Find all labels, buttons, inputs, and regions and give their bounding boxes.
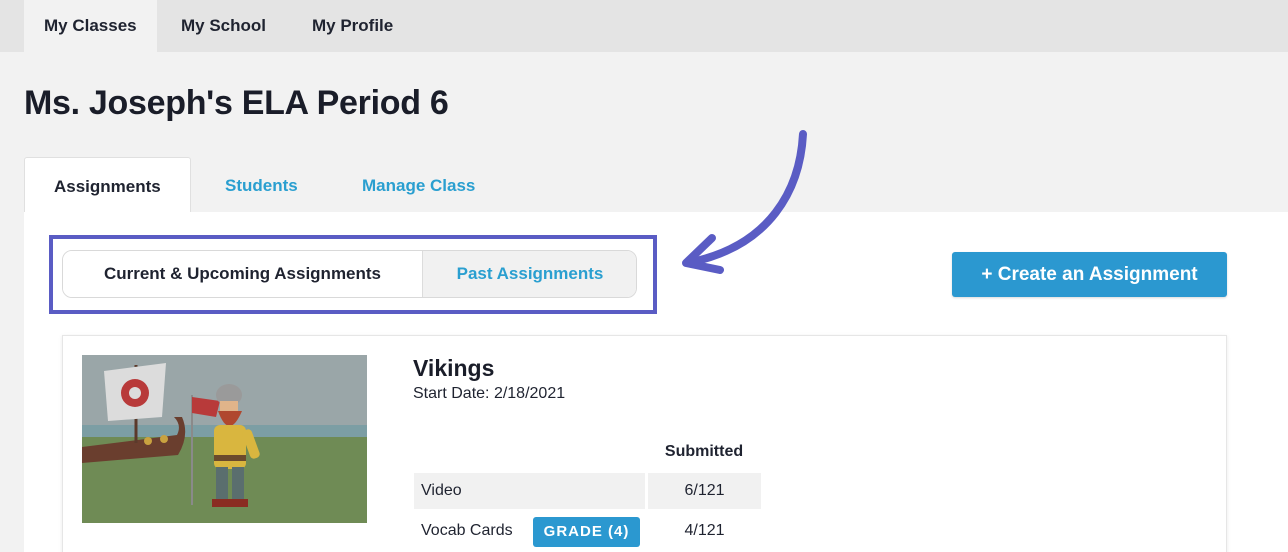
annotation-arrow-icon [682,130,807,274]
assignment-title[interactable]: Vikings [413,355,494,382]
tab-manage-class[interactable]: Manage Class [333,157,504,213]
top-nav: My Classes My School My Profile [0,0,1288,52]
assignment-start-date: Start Date: 2/18/2021 [413,385,565,403]
submitted-column-header: Submitted [664,443,744,460]
page-title: Ms. Joseph's ELA Period 6 [24,84,449,122]
row-label-vocab-cards: Vocab Cards [414,513,530,549]
create-assignment-button[interactable]: + Create an Assignment [952,252,1227,297]
tab-students[interactable]: Students [196,157,327,213]
assignment-filter-toggle: Current & Upcoming Assignments Past Assi… [62,250,637,298]
nav-my-profile[interactable]: My Profile [292,0,413,52]
nav-my-classes[interactable]: My Classes [24,0,157,52]
assignment-thumbnail[interactable] [82,355,367,523]
row-submitted-vocab-cards: 4/121 [648,513,761,549]
past-assignments-button[interactable]: Past Assignments [422,251,636,297]
viking-illustration-icon [82,355,367,523]
grade-badge-button[interactable]: GRADE (4) [533,517,640,547]
nav-my-school[interactable]: My School [161,0,286,52]
start-date-value: 2/18/2021 [493,385,566,402]
tab-assignments[interactable]: Assignments [24,157,191,213]
row-submitted-video: 6/121 [648,473,761,509]
start-date-label: Start Date: [413,385,490,402]
row-label-video: Video [414,473,645,509]
current-upcoming-assignments-button[interactable]: Current & Upcoming Assignments [63,251,422,297]
